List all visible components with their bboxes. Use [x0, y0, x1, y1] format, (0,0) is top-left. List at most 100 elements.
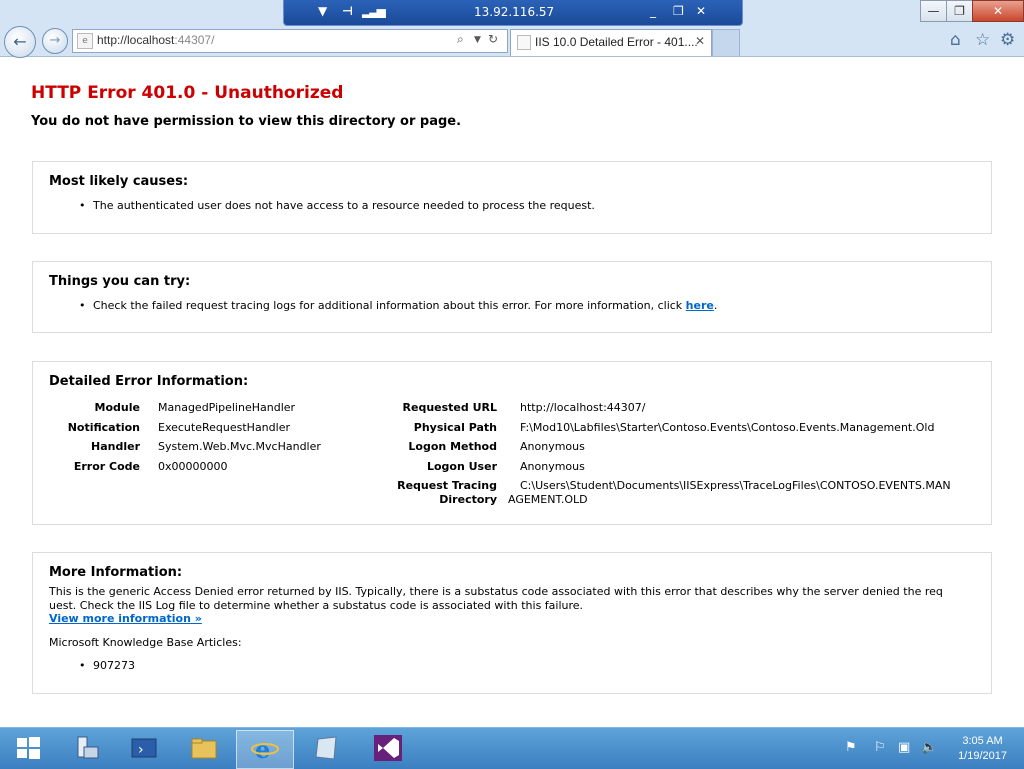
search-icon[interactable]: ⌕ — [457, 32, 464, 47]
network-icon[interactable]: ▣ — [898, 740, 910, 755]
arrow-left-icon: ← — [13, 32, 27, 51]
close-button[interactable]: ✕ — [972, 0, 1024, 22]
view-more-information-link[interactable]: View more information » — [49, 612, 202, 625]
chevron-down-icon[interactable]: ▼ — [318, 4, 327, 18]
taskbar-notepad[interactable] — [298, 730, 354, 767]
detail-value: System.Web.Mvc.MvcHandler — [158, 440, 321, 453]
page-icon — [517, 35, 531, 50]
svg-text:›: › — [138, 742, 144, 758]
detail-label: Directory — [439, 493, 497, 506]
more-info-text: This is the generic Access Denied error … — [49, 585, 984, 613]
svg-text:e: e — [255, 736, 270, 762]
detail-label: Request Tracing — [397, 479, 497, 492]
minimize-icon[interactable]: _ — [650, 4, 656, 18]
try-text: Check the failed request tracing logs fo… — [93, 299, 686, 312]
browser-chrome: ▼ ⊣ ▂▃▅ 13.92.116.57 _ ❐ ✕ ← → e http://… — [0, 0, 1024, 58]
causes-list: The authenticated user does not have acc… — [79, 199, 595, 212]
folder-icon — [190, 735, 218, 761]
restore-icon[interactable]: ❐ — [673, 4, 684, 18]
list-item: Check the failed request tracing logs fo… — [79, 299, 718, 312]
kb-label: Microsoft Knowledge Base Articles: — [49, 636, 242, 649]
refresh-icon[interactable]: ↻ — [488, 32, 498, 46]
detail-value: F:\Mod10\Labfiles\Starter\Contoso.Events… — [520, 421, 935, 434]
settings-gear-icon[interactable]: ⚙ — [1000, 30, 1015, 50]
clock-date: 1/19/2017 — [958, 750, 1007, 762]
more-info-line: This is the generic Access Denied error … — [49, 585, 943, 598]
taskbar: › e ⚑ ⚐ ▣ 🔈 3:05 AM 1/19/2017 — [0, 727, 1024, 769]
error-subtitle: You do not have permission to view this … — [31, 114, 462, 129]
section-heading: Detailed Error Information: — [49, 374, 249, 389]
back-button[interactable]: ← — [4, 26, 36, 58]
detail-value: ExecuteRequestHandler — [158, 421, 290, 434]
forward-button[interactable]: → — [42, 28, 68, 54]
detail-value: 0x00000000 — [158, 460, 228, 473]
detail-label: Module — [94, 401, 140, 414]
signal-icon: ▂▃▅ — [362, 4, 386, 18]
more-info-line: uest. Check the IIS Log file to determin… — [49, 599, 584, 612]
detail-value: Anonymous — [520, 460, 585, 473]
detail-value: ManagedPipelineHandler — [158, 401, 296, 414]
minimize-button[interactable]: — — [920, 0, 947, 22]
detail-label: Notification — [67, 421, 140, 434]
internet-explorer-icon: e — [251, 735, 279, 764]
arrow-right-icon: → — [49, 33, 61, 48]
start-button[interactable] — [0, 730, 56, 767]
address-host: http://localhost — [97, 33, 175, 47]
system-clock[interactable]: 3:05 AM 1/19/2017 — [958, 734, 1007, 764]
remote-desktop-bar: ▼ ⊣ ▂▃▅ 13.92.116.57 _ ❐ ✕ — [283, 0, 743, 26]
detail-value: C:\Users\Student\Documents\IISExpress\Tr… — [520, 479, 951, 492]
taskbar-visual-studio[interactable] — [360, 730, 416, 767]
address-bar[interactable]: e http://localhost:44307/ ⌕ ▼ ↻ — [72, 29, 508, 53]
address-url[interactable]: http://localhost:44307/ — [97, 33, 214, 47]
speaker-icon[interactable]: 🔈 — [921, 740, 937, 755]
new-tab-button[interactable] — [712, 29, 740, 56]
detail-value: AGEMENT.OLD — [508, 493, 588, 506]
windows-logo-icon — [14, 735, 42, 761]
kb-list: 907273 — [79, 659, 135, 672]
things-to-try-section: Things you can try: Check the failed req… — [32, 261, 992, 333]
detail-label: Error Code — [73, 460, 140, 473]
detail-label: Logon Method — [408, 440, 497, 453]
action-center-icon[interactable]: ⚐ — [874, 740, 886, 755]
detailed-error-section: Detailed Error Information: Module Manag… — [32, 361, 992, 525]
tab-title: IIS 10.0 Detailed Error - 401.... — [535, 35, 698, 49]
server-manager-icon — [72, 735, 100, 761]
favorites-star-icon[interactable]: ☆ — [975, 30, 990, 50]
pin-icon[interactable]: ⊣ — [342, 4, 353, 18]
close-icon[interactable]: ✕ — [696, 4, 706, 18]
taskbar-file-explorer[interactable] — [176, 730, 232, 767]
home-icon[interactable]: ⌂ — [950, 30, 961, 50]
try-suffix: . — [713, 299, 718, 312]
dropdown-icon[interactable]: ▼ — [474, 35, 481, 45]
remote-host-title: 13.92.116.57 — [474, 5, 555, 19]
page-content: HTTP Error 401.0 - Unauthorized You do n… — [0, 57, 1024, 727]
powershell-icon: › — [130, 735, 158, 761]
taskbar-server-manager[interactable] — [58, 730, 114, 767]
address-port: :44307/ — [174, 33, 215, 47]
section-heading: More Information: — [49, 565, 183, 580]
clock-time: 3:05 AM — [962, 735, 1003, 747]
close-tab-icon[interactable]: ✕ — [695, 34, 705, 48]
page-icon: e — [77, 33, 93, 49]
detail-label: Logon User — [426, 460, 497, 473]
here-link[interactable]: here — [686, 299, 714, 312]
detail-value: http://localhost:44307/ — [520, 401, 646, 414]
more-information-section: More Information: This is the generic Ac… — [32, 552, 992, 694]
section-heading: Things you can try: — [49, 274, 191, 289]
error-title: HTTP Error 401.0 - Unauthorized — [31, 83, 344, 103]
taskbar-internet-explorer[interactable]: e — [236, 730, 294, 769]
list-item: The authenticated user does not have acc… — [79, 199, 595, 212]
restore-button[interactable]: ❐ — [946, 0, 973, 22]
detail-label: Physical Path — [413, 421, 497, 434]
network-flag-icon[interactable]: ⚑ — [845, 740, 857, 755]
tab-iis-error[interactable]: IIS 10.0 Detailed Error - 401.... ✕ — [510, 29, 712, 56]
likely-causes-section: Most likely causes: The authenticated us… — [32, 161, 992, 234]
window-controls: — ❐ ✕ — [920, 0, 1024, 22]
try-list: Check the failed request tracing logs fo… — [79, 299, 718, 312]
kb-item[interactable]: 907273 — [79, 659, 135, 672]
detail-label: Handler — [91, 440, 140, 453]
visual-studio-icon — [374, 735, 402, 761]
notepad-icon — [312, 735, 340, 761]
detail-value: Anonymous — [520, 440, 585, 453]
taskbar-powershell[interactable]: › — [116, 730, 172, 767]
